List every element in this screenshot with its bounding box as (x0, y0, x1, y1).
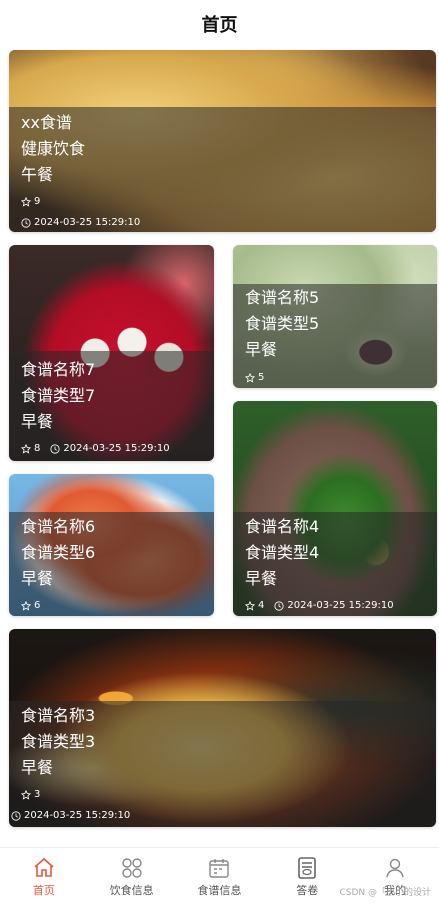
recipe-name: 食谱名称3 (21, 706, 96, 725)
recipe-card[interactable]: 食谱名称6 食谱类型6 早餐 6 (9, 474, 214, 616)
star-icon (245, 600, 255, 611)
recipe-meal: 早餐 (21, 758, 54, 777)
star-icon (21, 443, 31, 454)
likes-count: 4 (258, 600, 265, 611)
user-icon (386, 858, 404, 878)
recipe-name: 食谱名称7 (21, 360, 96, 379)
recipe-meal: 午餐 (21, 165, 54, 184)
tab-diet-info[interactable]: 饮食信息 (88, 848, 176, 906)
recipe-type: 食谱类型5 (245, 314, 320, 333)
recipe-meal: 早餐 (21, 412, 54, 431)
likes-count: 3 (34, 789, 41, 800)
post-time: 2024-03-25 15:29:10 (34, 217, 141, 228)
recipe-name: xx食谱 (21, 113, 72, 132)
recipe-card[interactable]: 食谱名称5 食谱类型5 早餐 5 (233, 245, 437, 388)
recipe-type: 食谱类型3 (21, 732, 96, 751)
recipe-card[interactable]: xx食谱 健康饮食 午餐 9 2024-03-25 15:29:10 (9, 50, 436, 232)
tab-label: 首页 (32, 884, 55, 897)
recipe-type: 食谱类型7 (21, 386, 96, 405)
tab-answer-sheet[interactable]: 答卷 (263, 848, 351, 906)
likes-count: 8 (34, 443, 41, 454)
recipe-type: 食谱类型6 (21, 543, 96, 562)
clock-icon (11, 810, 21, 821)
post-time: 2024-03-25 15:29:10 (63, 443, 170, 454)
likes-count: 6 (34, 600, 41, 611)
recipe-meal: 早餐 (245, 340, 278, 359)
star-icon (21, 600, 31, 611)
recipe-meal: 早餐 (245, 569, 278, 588)
recipe-type: 食谱类型4 (245, 543, 320, 562)
clock-icon (50, 443, 60, 454)
tab-recipe-info[interactable]: 食谱信息 (176, 848, 264, 906)
recipe-card[interactable]: 食谱名称3 食谱类型3 早餐 3 2024-03-25 15:29:10 (9, 629, 436, 827)
grid-icon (121, 858, 142, 878)
tab-home[interactable]: 首页 (0, 848, 88, 906)
page-title: 首页 (201, 15, 238, 36)
recipe-type: 健康饮食 (21, 139, 86, 158)
star-icon (21, 789, 31, 800)
post-time: 2024-03-25 15:29:10 (24, 810, 131, 821)
clock-icon (274, 600, 284, 611)
tab-label: 饮食信息 (109, 884, 154, 897)
star-icon (245, 372, 255, 383)
recipe-card[interactable]: 食谱名称4 食谱类型4 早餐 4 2024-03-25 15:29:10 (233, 401, 437, 616)
star-icon (21, 196, 31, 207)
home-icon (34, 857, 54, 877)
clock-icon (21, 217, 31, 228)
exam-icon (298, 857, 317, 879)
watermark-text: CSDN @「小小的设计 (339, 888, 431, 898)
post-time: 2024-03-25 15:29:10 (287, 600, 394, 611)
recipe-name: 食谱名称4 (245, 517, 320, 536)
recipe-name: 食谱名称6 (21, 517, 96, 536)
recipe-card[interactable]: 食谱名称7 食谱类型7 早餐 8 2024-03-25 15:29:10 (9, 245, 214, 461)
top-bar: 首页 (0, 0, 439, 48)
recipe-name: 食谱名称5 (245, 288, 320, 307)
likes-count: 5 (258, 372, 265, 383)
tab-label: 答卷 (296, 884, 319, 897)
likes-count: 9 (34, 196, 41, 207)
calendar-icon (209, 859, 230, 878)
recipe-meal: 早餐 (21, 569, 54, 588)
tab-label: 食谱信息 (197, 884, 242, 897)
